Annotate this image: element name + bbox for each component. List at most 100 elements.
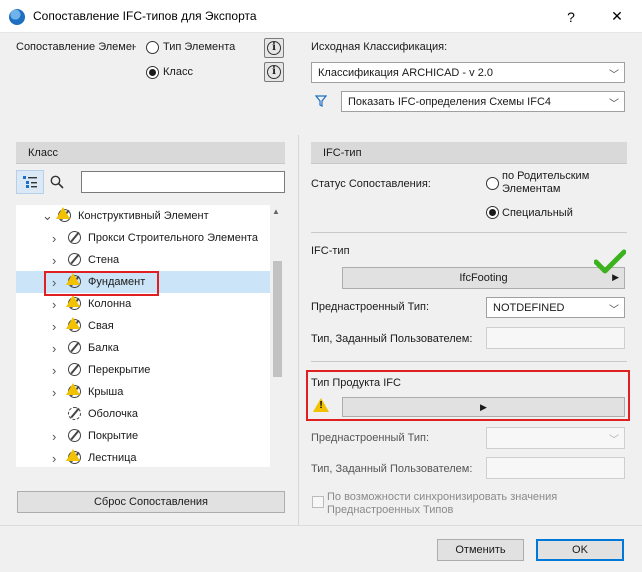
scroll-up-icon[interactable]: ▲	[272, 207, 280, 216]
chevron-down-icon[interactable]: ⌄	[42, 208, 53, 224]
tree-item[interactable]: › Перекрытие	[16, 359, 270, 381]
tree-item[interactable]: › Колонна	[16, 293, 270, 315]
tree-item-label: Конструктивный Элемент	[78, 210, 209, 222]
sync-checkbox-label: По возможности синхронизировать значения…	[327, 491, 558, 516]
class-header: Класс	[16, 142, 285, 164]
shell-icon	[66, 405, 84, 423]
mapping-label: Сопоставление Элемен	[16, 41, 136, 53]
radio-element-type-label: Тип Элемента	[163, 41, 236, 53]
triangle-right-icon: ▶	[480, 401, 487, 412]
info-button-element-type[interactable]: i	[264, 38, 284, 58]
filter-value: Показать IFC-определения Схемы IFC4	[348, 95, 552, 108]
predefined-type-2-select[interactable]: ﹀	[486, 427, 625, 449]
chevron-right-icon[interactable]: ›	[52, 341, 62, 356]
cancel-button[interactable]: Отменить	[437, 539, 524, 561]
radio-parent-elements[interactable]	[486, 177, 499, 190]
app-icon	[9, 9, 25, 25]
close-button[interactable]: ✕	[594, 0, 640, 33]
chevron-down-icon: ﹀	[609, 99, 619, 110]
tree-item-label: Прокси Строительного Элемента	[88, 232, 258, 244]
ifc-type-label: IFC-тип	[311, 245, 350, 257]
sync-checkbox[interactable]	[312, 496, 324, 508]
tree-item-label: Крыша	[88, 386, 124, 398]
radio-class[interactable]	[146, 66, 159, 79]
separator	[311, 232, 627, 233]
tree-item-label: Свая	[88, 320, 114, 332]
tree-item-label: Перекрытие	[88, 364, 151, 376]
chevron-down-icon: ﹀	[609, 435, 619, 446]
product-type-label: Тип Продукта IFC	[311, 377, 401, 389]
help-button[interactable]: ?	[548, 0, 594, 33]
radio-element-type[interactable]	[146, 41, 159, 54]
class-tree: ⌄ Конструктивный Элемент › Прокси Строитель…	[16, 205, 270, 467]
tree-item[interactable]: › Покрытие	[16, 425, 270, 447]
ok-button[interactable]: OK	[536, 539, 624, 561]
product-type-button[interactable]: ▶	[342, 397, 625, 417]
chevron-right-icon[interactable]: ›	[52, 319, 62, 334]
tree-item-label: Лестница	[88, 452, 137, 464]
class-icon	[66, 361, 84, 379]
chevron-right-icon[interactable]: ›	[52, 429, 62, 444]
info-icon: i	[267, 41, 281, 55]
warning-class-icon	[66, 449, 84, 467]
search-icon[interactable]	[50, 175, 64, 189]
tree-item-label: Балка	[88, 342, 119, 354]
source-classification-label: Исходная Классификация:	[311, 41, 448, 53]
tree-item-label: Колонна	[88, 298, 132, 310]
chevron-right-icon[interactable]: ›	[52, 297, 62, 312]
user-defined-type-field[interactable]	[486, 327, 625, 349]
tree-item[interactable]: › Свая	[16, 315, 270, 337]
predefined-type-2-label: Преднастроенный Тип:	[311, 432, 430, 444]
tree-item[interactable]: › Балка	[16, 337, 270, 359]
search-input[interactable]	[81, 171, 285, 193]
radio-class-label: Класс	[163, 66, 193, 78]
tree-item[interactable]: ⌄ Конструктивный Элемент	[16, 205, 270, 227]
user-defined-type-2-field[interactable]	[486, 457, 625, 479]
warning-icon: !	[313, 398, 329, 412]
class-icon	[66, 339, 84, 357]
tree-item[interactable]: › Лестница	[16, 447, 270, 467]
panel-divider	[298, 135, 299, 525]
chevron-down-icon: ﹀	[609, 70, 619, 81]
scrollbar-thumb[interactable]	[273, 261, 282, 377]
warning-class-icon	[56, 207, 74, 225]
tree-view-toggle[interactable]	[16, 170, 44, 194]
source-classification-value: Классификация ARCHICAD - v 2.0	[318, 66, 493, 79]
class-icon	[66, 427, 84, 445]
filter-select[interactable]: Показать IFC-определения Схемы IFC4 ﹀	[341, 91, 625, 112]
ifc-type-header-label: IFC-тип	[323, 146, 362, 159]
chevron-right-icon[interactable]: ›	[52, 363, 62, 378]
tree-list-icon	[23, 176, 37, 188]
ifc-type-button[interactable]: IfcFooting ▶	[342, 267, 625, 289]
tree-item[interactable]: › Крыша	[16, 381, 270, 403]
ifc-type-value: IfcFooting	[459, 272, 508, 284]
predefined-type-select[interactable]: NOTDEFINED ﹀	[486, 297, 625, 318]
ifc-type-header: IFC-тип	[311, 142, 627, 164]
radio-special[interactable]	[486, 206, 499, 219]
predefined-type-value: NOTDEFINED	[493, 301, 565, 314]
warning-class-icon	[66, 317, 84, 335]
info-button-class[interactable]: i	[264, 62, 284, 82]
class-icon	[66, 229, 84, 247]
predefined-type-label: Преднастроенный Тип:	[311, 301, 430, 313]
chevron-right-icon[interactable]: ›	[52, 231, 62, 246]
reset-mapping-button[interactable]: Сброс Сопоставления	[17, 491, 285, 513]
user-defined-type-label: Тип, Заданный Пользователем:	[311, 333, 473, 345]
chevron-right-icon[interactable]: ›	[52, 451, 62, 466]
chevron-down-icon: ﹀	[609, 305, 619, 316]
filter-icon	[315, 95, 327, 107]
warning-class-icon	[66, 295, 84, 313]
chevron-right-icon[interactable]: ›	[52, 253, 62, 268]
tree-item[interactable]: › Прокси Строительного Элемента	[16, 227, 270, 249]
tree-item-label: Покрытие	[88, 430, 139, 442]
chevron-right-icon[interactable]: ›	[52, 385, 62, 400]
class-header-label: Класс	[28, 146, 58, 159]
tree-item[interactable]: › Стена	[16, 249, 270, 271]
user-defined-type-2-label: Тип, Заданный Пользователем:	[311, 463, 473, 475]
checkmark-icon	[594, 249, 626, 274]
source-classification-select[interactable]: Классификация ARCHICAD - v 2.0 ﹀	[311, 62, 625, 83]
tree-item[interactable]: Оболочка	[16, 403, 270, 425]
tree-scrollbar[interactable]: ▲	[270, 205, 285, 467]
class-icon	[66, 251, 84, 269]
mapping-status-label: Статус Сопоставления:	[311, 178, 431, 190]
